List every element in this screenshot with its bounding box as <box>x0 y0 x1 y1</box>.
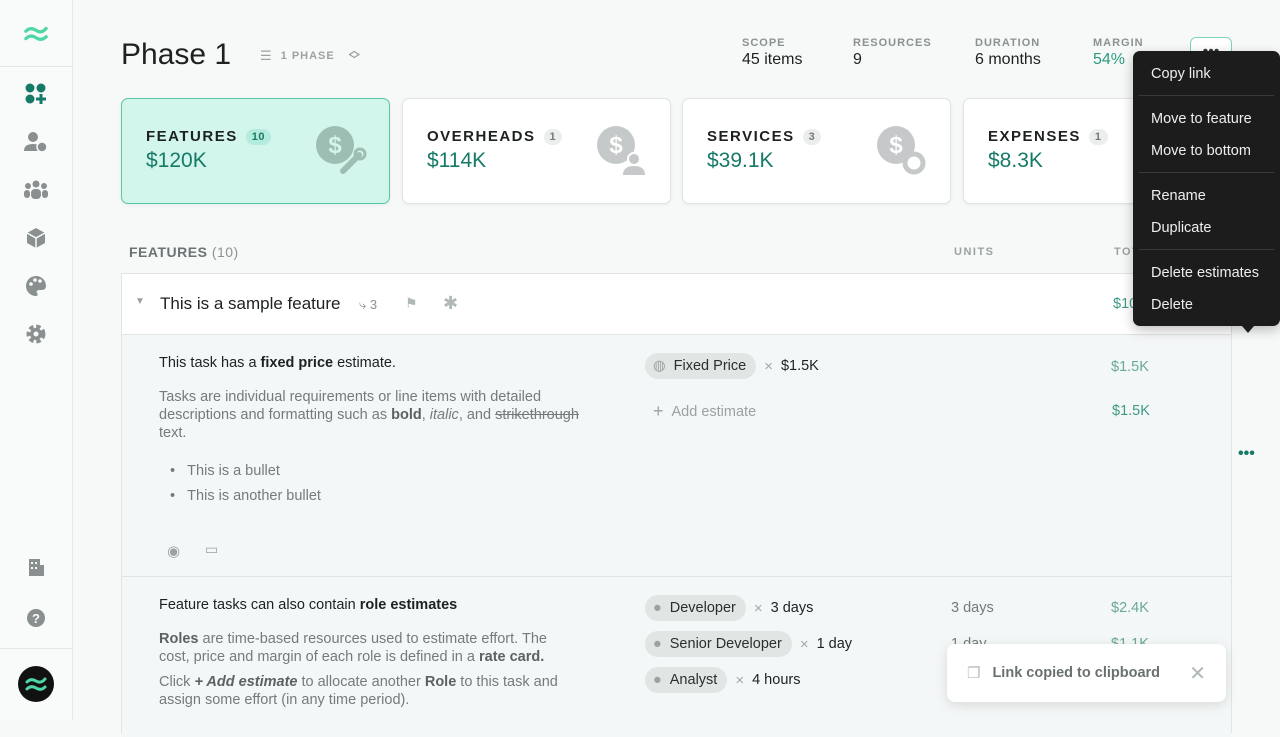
building-icon[interactable] <box>24 555 48 579</box>
menu-move-to-feature[interactable]: Move to feature <box>1151 111 1252 127</box>
stat-duration: DURATION 6 months <box>975 37 1041 68</box>
person-icon: ● <box>653 672 662 688</box>
section-title: FEATURES (10) <box>129 244 239 260</box>
svg-text:$: $ <box>609 132 623 159</box>
svg-text:$: $ <box>889 132 903 159</box>
person-icon: ● <box>653 636 662 652</box>
list-icon: ☰ <box>260 48 273 63</box>
feature-row[interactable]: ▼ This is a sample feature ⤷ 3 ⚑ ✱ $10.7… <box>122 274 1231 335</box>
team-icon[interactable] <box>24 178 48 202</box>
plus-icon: + <box>653 401 664 421</box>
subtasks-icon: ⤷ <box>359 297 367 312</box>
svg-text:?: ? <box>32 611 40 626</box>
help-icon[interactable]: ? <box>24 606 48 630</box>
context-menu: Copy link Move to feature Move to bottom… <box>1133 51 1280 326</box>
avatar[interactable] <box>18 666 54 702</box>
stat-resources: RESOURCES 9 <box>853 37 932 68</box>
menu-move-to-bottom[interactable]: Move to bottom <box>1151 143 1251 159</box>
palette-icon[interactable] <box>24 274 48 298</box>
add-estimate-button[interactable]: + Add estimate <box>653 401 756 422</box>
collapse-caret-icon[interactable]: ▼ <box>135 296 145 307</box>
row-more-icon[interactable]: ••• <box>1238 445 1255 463</box>
toast-notification: ❐ Link copied to clipboard ✕ <box>947 644 1226 702</box>
task-count: ⤷ 3 <box>359 297 378 312</box>
person-icon: ● <box>653 600 662 616</box>
phase-selector[interactable]: ☰ 1 PHASE ︿ ﹀ <box>254 40 367 72</box>
rate-card-icon[interactable] <box>24 130 48 154</box>
task-heading: Feature tasks can also contain role esti… <box>159 597 458 613</box>
role-estimate[interactable]: ● Analyst × 4 hours <box>645 667 800 693</box>
asterisk-icon[interactable]: ✱ <box>443 293 458 314</box>
menu-delete[interactable]: Delete <box>1151 297 1193 313</box>
stat-scope: SCOPE 45 items <box>742 37 803 68</box>
role-estimate[interactable]: ● Developer × 3 days <box>645 595 813 621</box>
role-estimate[interactable]: ● Senior Developer × 1 day <box>645 631 852 657</box>
menu-arrow <box>1242 326 1254 333</box>
menu-duplicate[interactable]: Duplicate <box>1151 220 1211 236</box>
chevron-updown-icon: ︿ ﹀ <box>348 45 361 66</box>
sidebar: ? <box>0 0 73 720</box>
page-title: Phase 1 <box>121 38 232 71</box>
task-total: $1.5K <box>1112 403 1150 419</box>
task-description: Tasks are individual requirements or lin… <box>159 389 579 441</box>
estimate-fixed-price[interactable]: ◍ Fixed Price × $1.5K <box>645 353 819 379</box>
card-overheads[interactable]: OVERHEADS 1 $114K $ <box>402 98 671 204</box>
copy-icon: ❐ <box>967 665 981 682</box>
feature-name[interactable]: This is a sample feature <box>160 294 340 314</box>
coins-icon: ◍ <box>653 358 666 374</box>
task-heading: This task has a fixed price estimate. <box>159 355 396 371</box>
task-description: Roles are time-based resources used to e… <box>159 631 547 665</box>
flag-icon[interactable]: ⚑ <box>405 295 418 312</box>
times-icon: × <box>764 357 773 375</box>
box-icon[interactable] <box>24 226 48 250</box>
gear-icon[interactable] <box>24 322 48 346</box>
menu-delete-estimates[interactable]: Delete estimates <box>1151 265 1259 281</box>
menu-copy-link[interactable]: Copy link <box>1151 66 1211 82</box>
task-instructions: Click + Add estimate to allocate another… <box>159 674 558 708</box>
estimate-total: $1.5K <box>1111 359 1149 375</box>
assign-user-icon[interactable]: ◉ <box>167 542 180 560</box>
app-logo[interactable] <box>24 22 48 46</box>
dollar-refresh-icon: $ <box>876 125 928 184</box>
task-fixed-price[interactable]: This task has a fixed price estimate. Ta… <box>122 335 1231 577</box>
task-bullets: • This is a bullet • This is another bul… <box>170 463 321 504</box>
svg-text:$: $ <box>328 132 342 159</box>
menu-rename[interactable]: Rename <box>1151 188 1206 204</box>
dollar-person-icon: $ <box>596 125 648 184</box>
dollar-wrench-icon: $ <box>315 125 367 184</box>
estimates-icon[interactable] <box>24 82 48 106</box>
card-features[interactable]: FEATURES 10 $120K $ <box>121 98 390 204</box>
close-icon[interactable]: ✕ <box>1189 661 1206 686</box>
card-services[interactable]: SERVICES 3 $39.1K $ <box>682 98 951 204</box>
comment-icon[interactable]: ▭ <box>205 541 218 558</box>
col-units: UNITS <box>954 246 995 258</box>
